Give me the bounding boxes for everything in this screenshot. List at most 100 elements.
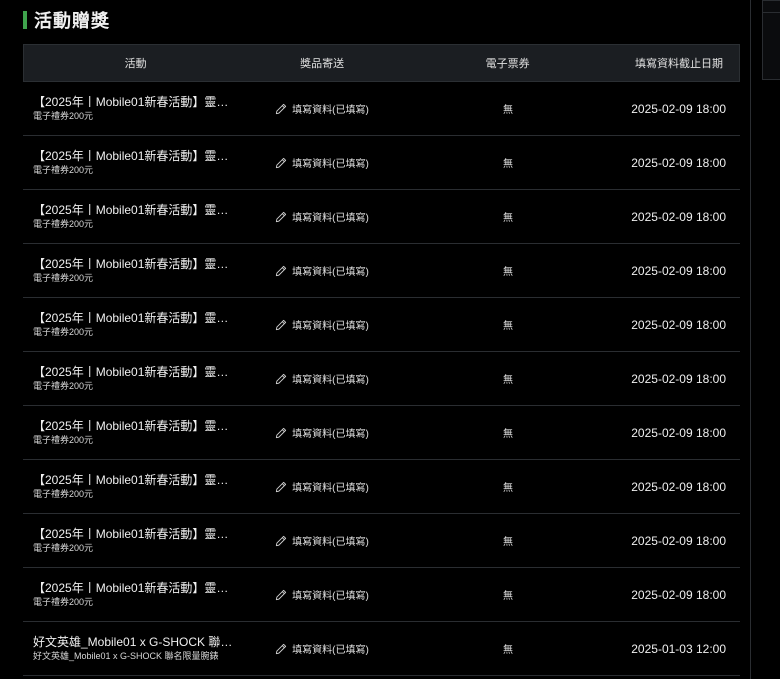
table-row: 【2025年丨Mobile01新春活動】靈蛇報喜 電子禮券200元 填寫資料(已… [23,82,740,136]
pencil-icon [276,481,287,492]
activity-title[interactable]: 【2025年丨Mobile01新春活動】靈蛇報喜 [33,419,233,434]
table-row: 【2025年丨Mobile01新春活動】靈蛇報喜 電子禮券200元 填寫資料(已… [23,244,740,298]
header-e-ticket: 電子票券 [485,58,530,70]
activity-prize: 電子禮券200元 [33,272,94,283]
activity-cell: 【2025年丨Mobile01新春活動】靈蛇報喜 電子禮券200元 [23,95,247,123]
fill-info-link[interactable]: 填寫資料(已填寫) [247,263,397,278]
activity-prize: 電子禮券200元 [33,542,94,553]
activity-prize: 電子禮券200元 [33,488,94,499]
right-panel-divider [762,12,780,13]
fill-info-label: 填寫資料(已填寫) [292,483,369,494]
activity-title[interactable]: 【2025年丨Mobile01新春活動】靈蛇報喜 [33,149,233,164]
fill-info-link[interactable]: 填寫資料(已填寫) [247,317,397,332]
deadline-cell: 2025-02-09 18:00 [631,479,726,494]
fill-info-label: 填寫資料(已填寫) [292,213,369,224]
e-ticket-cell: 無 [503,537,513,548]
fill-info-link[interactable]: 填寫資料(已填寫) [247,101,397,116]
deadline-cell: 2025-02-09 18:00 [631,263,726,278]
activity-title[interactable]: 【2025年丨Mobile01新春活動】靈蛇報喜 [33,311,233,326]
activity-cell: 【2025年丨Mobile01新春活動】靈蛇報喜 電子禮券200元 [23,527,247,555]
e-ticket-cell: 無 [503,375,513,386]
activity-prize: 電子禮券200元 [33,110,94,121]
e-ticket-cell: 無 [503,213,513,224]
pencil-icon [276,427,287,438]
deadline-cell: 2025-02-09 18:00 [631,371,726,386]
activity-cell: 【2025年丨Mobile01新春活動】靈蛇報喜 電子禮券200元 [23,311,247,339]
activity-prize: 電子禮券200元 [33,164,94,175]
e-ticket-cell: 無 [503,105,513,116]
activity-title[interactable]: 【2025年丨Mobile01新春活動】靈蛇報喜 [33,95,233,110]
e-ticket-cell: 無 [503,321,513,332]
pencil-icon [276,157,287,168]
activity-title[interactable]: 好文英雄_Mobile01 x G-SHOCK 聯名限量腕錶 [33,635,233,650]
fill-info-link[interactable]: 填寫資料(已填寫) [247,479,397,494]
fill-info-label: 填寫資料(已填寫) [292,591,369,602]
activity-cell: 【2025年丨Mobile01新春活動】靈蛇報喜 電子禮券200元 [23,203,247,231]
deadline-cell: 2025-02-09 18:00 [631,533,726,548]
deadline-cell: 2025-02-09 18:00 [631,101,726,116]
page: 活動贈獎 活動 獎品寄送 電子票券 填寫資料截止日期 【2025年丨Mobile… [0,0,780,679]
pencil-icon [276,535,287,546]
e-ticket-cell: 無 [503,159,513,170]
pencil-icon [276,265,287,276]
fill-info-label: 填寫資料(已填寫) [292,321,369,332]
activity-prize: 好文英雄_Mobile01 x G-SHOCK 聯名限量腕錶 [33,650,219,661]
prize-table: 活動 獎品寄送 電子票券 填寫資料截止日期 【2025年丨Mobile01新春活… [23,44,740,676]
activity-cell: 【2025年丨Mobile01新春活動】靈蛇報喜 電子禮券200元 [23,149,247,177]
deadline-cell: 2025-02-09 18:00 [631,317,726,332]
pencil-icon [276,589,287,600]
activity-cell: 好文英雄_Mobile01 x G-SHOCK 聯名限量腕錶 好文英雄_Mobi… [23,635,247,663]
table-row: 【2025年丨Mobile01新春活動】靈蛇報喜 電子禮券200元 填寫資料(已… [23,352,740,406]
deadline-cell: 2025-02-09 18:00 [631,155,726,170]
activity-prize: 電子禮券200元 [33,596,94,607]
fill-info-label: 填寫資料(已填寫) [292,645,369,656]
table-row: 【2025年丨Mobile01新春活動】靈蛇報喜 電子禮券200元 填寫資料(已… [23,460,740,514]
activity-prize: 電子禮券200元 [33,218,94,229]
activity-title[interactable]: 【2025年丨Mobile01新春活動】靈蛇報喜 [33,473,233,488]
table-row: 好文英雄_Mobile01 x G-SHOCK 聯名限量腕錶 好文英雄_Mobi… [23,622,740,676]
e-ticket-cell: 無 [503,267,513,278]
fill-info-link[interactable]: 填寫資料(已填寫) [247,641,397,656]
activity-title[interactable]: 【2025年丨Mobile01新春活動】靈蛇報喜 [33,365,233,380]
right-divider [750,0,751,679]
e-ticket-cell: 無 [503,483,513,494]
e-ticket-cell: 無 [503,591,513,602]
header-activity: 活動 [124,58,147,70]
fill-info-link[interactable]: 填寫資料(已填寫) [247,425,397,440]
page-title: 活動贈獎 [34,11,110,31]
title-accent-bar [23,11,27,29]
activity-prize: 電子禮券200元 [33,434,94,445]
activity-cell: 【2025年丨Mobile01新春活動】靈蛇報喜 電子禮券200元 [23,419,247,447]
pencil-icon [276,319,287,330]
activity-prize: 電子禮券200元 [33,326,94,337]
activity-cell: 【2025年丨Mobile01新春活動】靈蛇報喜 電子禮券200元 [23,473,247,501]
deadline-cell: 2025-01-03 12:00 [631,641,726,656]
section-header: 活動贈獎 [23,2,740,38]
table-row: 【2025年丨Mobile01新春活動】靈蛇報喜 電子禮券200元 填寫資料(已… [23,136,740,190]
fill-info-label: 填寫資料(已填寫) [292,159,369,170]
fill-info-link[interactable]: 填寫資料(已填寫) [247,587,397,602]
table-row: 【2025年丨Mobile01新春活動】靈蛇報喜 電子禮券200元 填寫資料(已… [23,514,740,568]
deadline-cell: 2025-02-09 18:00 [631,425,726,440]
fill-info-link[interactable]: 填寫資料(已填寫) [247,371,397,386]
main-content: 活動贈獎 活動 獎品寄送 電子票券 填寫資料截止日期 【2025年丨Mobile… [23,0,740,676]
fill-info-link[interactable]: 填寫資料(已填寫) [247,209,397,224]
activity-cell: 【2025年丨Mobile01新春活動】靈蛇報喜 電子禮券200元 [23,257,247,285]
activity-cell: 【2025年丨Mobile01新春活動】靈蛇報喜 電子禮券200元 [23,365,247,393]
fill-info-label: 填寫資料(已填寫) [292,375,369,386]
fill-info-link[interactable]: 填寫資料(已填寫) [247,155,397,170]
fill-info-link[interactable]: 填寫資料(已填寫) [247,533,397,548]
pencil-icon [276,211,287,222]
table-row: 【2025年丨Mobile01新春活動】靈蛇報喜 電子禮券200元 填寫資料(已… [23,406,740,460]
activity-title[interactable]: 【2025年丨Mobile01新春活動】靈蛇報喜 [33,203,233,218]
activity-title[interactable]: 【2025年丨Mobile01新春活動】靈蛇報喜 [33,257,233,272]
fill-info-label: 填寫資料(已填寫) [292,267,369,278]
pencil-icon [276,103,287,114]
activity-title[interactable]: 【2025年丨Mobile01新春活動】靈蛇報喜 [33,581,233,596]
table-row: 【2025年丨Mobile01新春活動】靈蛇報喜 電子禮券200元 填寫資料(已… [23,190,740,244]
deadline-cell: 2025-02-09 18:00 [631,587,726,602]
table-row: 【2025年丨Mobile01新春活動】靈蛇報喜 電子禮券200元 填寫資料(已… [23,298,740,352]
activity-title[interactable]: 【2025年丨Mobile01新春活動】靈蛇報喜 [33,527,233,542]
fill-info-label: 填寫資料(已填寫) [292,537,369,548]
table-header: 活動 獎品寄送 電子票券 填寫資料截止日期 [23,44,740,82]
